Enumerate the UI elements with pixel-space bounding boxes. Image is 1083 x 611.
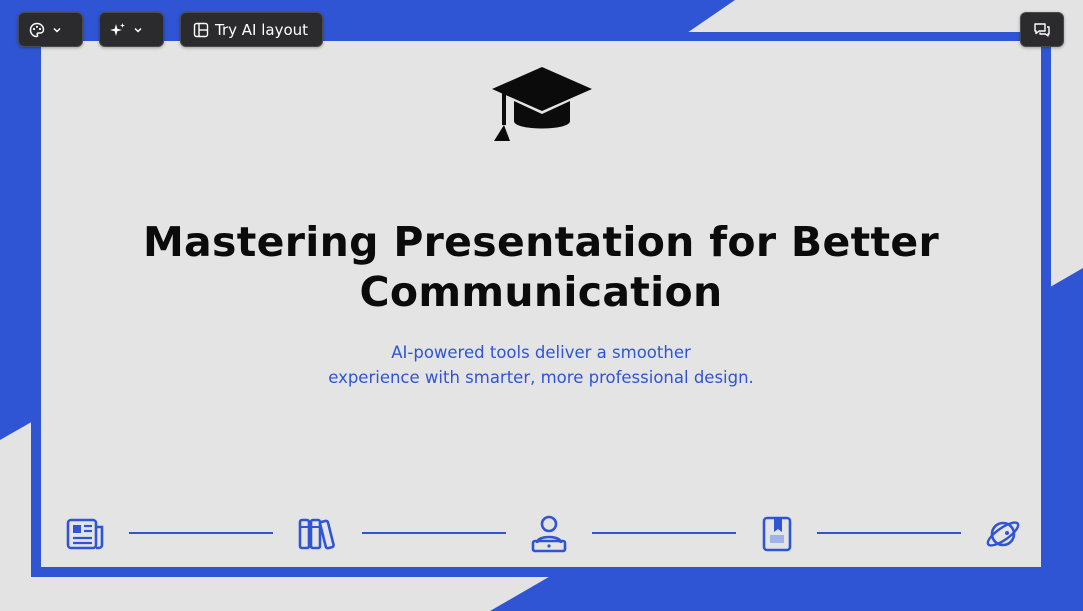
comments-icon: [1034, 22, 1050, 37]
editor-canvas: Mastering Presentation for Better Commun…: [0, 0, 1083, 611]
layout-icon: [193, 22, 209, 37]
ai-magic-button[interactable]: [99, 12, 164, 47]
slide-title[interactable]: Mastering Presentation for Better Commun…: [111, 217, 971, 317]
divider-line: [129, 532, 273, 534]
graduation-cap-icon: [492, 67, 592, 141]
books-icon: [298, 518, 335, 550]
comments-button[interactable]: [1020, 12, 1064, 47]
subtitle-line: AI-powered tools deliver a smoother: [391, 343, 691, 362]
subtitle-line: experience with smarter, more profession…: [328, 368, 754, 387]
divider-line: [362, 532, 506, 534]
chevron-down-icon: [134, 27, 142, 33]
divider-line: [817, 532, 961, 534]
person-laptop-icon: [531, 515, 567, 553]
slide[interactable]: Mastering Presentation for Better Commun…: [41, 41, 1041, 567]
planet-icon: [986, 521, 1020, 547]
newspaper-icon: [66, 518, 104, 550]
theme-button[interactable]: [18, 12, 83, 47]
book-bookmark-icon: [762, 516, 792, 552]
divider-line: [592, 532, 736, 534]
slide-subtitle[interactable]: AI-powered tools deliver a smoother expe…: [261, 340, 821, 390]
chevron-down-icon: [53, 27, 61, 33]
palette-icon: [29, 22, 45, 37]
sparkles-icon: [110, 22, 125, 36]
try-ai-layout-label: Try AI layout: [215, 20, 309, 39]
try-ai-layout-button[interactable]: Try AI layout: [180, 12, 323, 47]
